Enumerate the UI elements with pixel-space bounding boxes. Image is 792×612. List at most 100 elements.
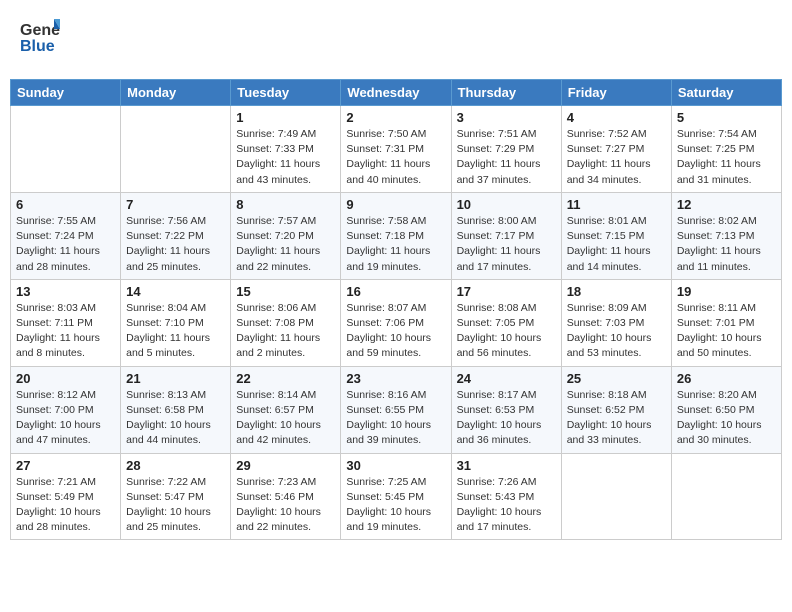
day-number: 28 <box>126 458 225 473</box>
calendar-cell <box>11 106 121 193</box>
calendar-cell: 14Sunrise: 8:04 AMSunset: 7:10 PMDayligh… <box>121 279 231 366</box>
day-number: 17 <box>457 284 556 299</box>
calendar-cell: 19 Sunrise: 8:11 AMSunset: 7:01 PMDayligh… <box>671 279 781 366</box>
calendar-cell: 16 Sunrise: 8:07 AMSunset: 7:06 PMDayligh… <box>341 279 451 366</box>
calendar-cell: 30 Sunrise: 7:25 AMSunset: 5:45 PMDayligh… <box>341 453 451 540</box>
day-info: Sunrise: 8:17 AMSunset: 6:53 PMDaylight:… <box>457 388 556 449</box>
day-number: 3 <box>457 110 556 125</box>
page-header: General Blue <box>10 10 782 69</box>
day-info: Sunrise: 7:25 AMSunset: 5:45 PMDaylight:… <box>346 475 445 536</box>
calendar-cell: 12 Sunrise: 8:02 AMSunset: 7:13 PMDayligh… <box>671 192 781 279</box>
day-number: 19 <box>677 284 776 299</box>
weekday-header-sunday: Sunday <box>11 80 121 106</box>
weekday-header-friday: Friday <box>561 80 671 106</box>
day-info: Sunrise: 8:06 AMSunset: 7:08 PMDaylight:… <box>236 301 335 362</box>
calendar-cell <box>121 106 231 193</box>
day-number: 23 <box>346 371 445 386</box>
day-number: 11 <box>567 197 666 212</box>
calendar-cell: 25 Sunrise: 8:18 AMSunset: 6:52 PMDayligh… <box>561 366 671 453</box>
day-info: Sunrise: 8:12 AMSunset: 7:00 PMDaylight:… <box>16 388 115 449</box>
day-number: 29 <box>236 458 335 473</box>
calendar-cell: 22 Sunrise: 8:14 AMSunset: 6:57 PMDayligh… <box>231 366 341 453</box>
calendar-cell: 28 Sunrise: 7:22 AMSunset: 5:47 PMDayligh… <box>121 453 231 540</box>
day-info: Sunrise: 7:21 AMSunset: 5:49 PMDaylight:… <box>16 475 115 536</box>
day-number: 7 <box>126 197 225 212</box>
weekday-header-row: SundayMondayTuesdayWednesdayThursdayFrid… <box>11 80 782 106</box>
calendar-cell: 27 Sunrise: 7:21 AMSunset: 5:49 PMDayligh… <box>11 453 121 540</box>
calendar-cell: 3 Sunrise: 7:51 AMSunset: 7:29 PMDaylight… <box>451 106 561 193</box>
calendar-week-row: 27 Sunrise: 7:21 AMSunset: 5:49 PMDayligh… <box>11 453 782 540</box>
weekday-header-wednesday: Wednesday <box>341 80 451 106</box>
weekday-header-saturday: Saturday <box>671 80 781 106</box>
day-info: Sunrise: 8:11 AMSunset: 7:01 PMDaylight:… <box>677 301 776 362</box>
day-number: 6 <box>16 197 115 212</box>
logo: General Blue <box>20 15 60 64</box>
day-info: Sunrise: 7:26 AMSunset: 5:43 PMDaylight:… <box>457 475 556 536</box>
day-info: Sunrise: 8:00 AMSunset: 7:17 PMDaylight:… <box>457 214 556 275</box>
day-info: Sunrise: 7:57 AMSunset: 7:20 PMDaylight:… <box>236 214 335 275</box>
day-info: Sunrise: 8:08 AMSunset: 7:05 PMDaylight:… <box>457 301 556 362</box>
calendar-cell: 4Sunrise: 7:52 AMSunset: 7:27 PMDaylight… <box>561 106 671 193</box>
day-number: 5 <box>677 110 776 125</box>
day-info: Sunrise: 7:54 AMSunset: 7:25 PMDaylight:… <box>677 127 776 188</box>
day-number: 13 <box>16 284 115 299</box>
logo-image: General Blue <box>20 15 60 64</box>
svg-text:Blue: Blue <box>20 38 55 55</box>
day-number: 21 <box>126 371 225 386</box>
day-number: 10 <box>457 197 556 212</box>
day-info: Sunrise: 7:50 AMSunset: 7:31 PMDaylight:… <box>346 127 445 188</box>
day-number: 18 <box>567 284 666 299</box>
calendar-cell: 31 Sunrise: 7:26 AMSunset: 5:43 PMDayligh… <box>451 453 561 540</box>
calendar-week-row: 1Sunrise: 7:49 AMSunset: 7:33 PMDaylight… <box>11 106 782 193</box>
day-info: Sunrise: 8:16 AMSunset: 6:55 PMDaylight:… <box>346 388 445 449</box>
day-number: 27 <box>16 458 115 473</box>
calendar-week-row: 20Sunrise: 8:12 AMSunset: 7:00 PMDayligh… <box>11 366 782 453</box>
calendar-cell: 8 Sunrise: 7:57 AMSunset: 7:20 PMDaylight… <box>231 192 341 279</box>
day-info: Sunrise: 7:55 AMSunset: 7:24 PMDaylight:… <box>16 214 115 275</box>
calendar-cell <box>671 453 781 540</box>
calendar-cell: 21 Sunrise: 8:13 AMSunset: 6:58 PMDayligh… <box>121 366 231 453</box>
day-info: Sunrise: 8:02 AMSunset: 7:13 PMDaylight:… <box>677 214 776 275</box>
calendar-cell: 15 Sunrise: 8:06 AMSunset: 7:08 PMDayligh… <box>231 279 341 366</box>
calendar-cell <box>561 453 671 540</box>
calendar-table: SundayMondayTuesdayWednesdayThursdayFrid… <box>10 79 782 540</box>
day-info: Sunrise: 8:03 AMSunset: 7:11 PMDaylight:… <box>16 301 115 362</box>
calendar-cell: 29 Sunrise: 7:23 AMSunset: 5:46 PMDayligh… <box>231 453 341 540</box>
calendar-cell: 24Sunrise: 8:17 AMSunset: 6:53 PMDayligh… <box>451 366 561 453</box>
calendar-cell: 7Sunrise: 7:56 AMSunset: 7:22 PMDaylight… <box>121 192 231 279</box>
day-number: 31 <box>457 458 556 473</box>
day-info: Sunrise: 7:22 AMSunset: 5:47 PMDaylight:… <box>126 475 225 536</box>
calendar-cell: 17 Sunrise: 8:08 AMSunset: 7:05 PMDayligh… <box>451 279 561 366</box>
day-number: 4 <box>567 110 666 125</box>
day-info: Sunrise: 7:51 AMSunset: 7:29 PMDaylight:… <box>457 127 556 188</box>
day-info: Sunrise: 7:58 AMSunset: 7:18 PMDaylight:… <box>346 214 445 275</box>
day-number: 16 <box>346 284 445 299</box>
day-info: Sunrise: 8:07 AMSunset: 7:06 PMDaylight:… <box>346 301 445 362</box>
weekday-header-thursday: Thursday <box>451 80 561 106</box>
day-number: 26 <box>677 371 776 386</box>
day-number: 15 <box>236 284 335 299</box>
day-number: 8 <box>236 197 335 212</box>
day-number: 30 <box>346 458 445 473</box>
calendar-week-row: 13 Sunrise: 8:03 AMSunset: 7:11 PMDayligh… <box>11 279 782 366</box>
calendar-cell: 11Sunrise: 8:01 AMSunset: 7:15 PMDayligh… <box>561 192 671 279</box>
day-info: Sunrise: 7:49 AMSunset: 7:33 PMDaylight:… <box>236 127 335 188</box>
day-number: 12 <box>677 197 776 212</box>
calendar-cell: 5 Sunrise: 7:54 AMSunset: 7:25 PMDaylight… <box>671 106 781 193</box>
day-number: 22 <box>236 371 335 386</box>
day-number: 25 <box>567 371 666 386</box>
calendar-cell: 18 Sunrise: 8:09 AMSunset: 7:03 PMDayligh… <box>561 279 671 366</box>
day-info: Sunrise: 8:14 AMSunset: 6:57 PMDaylight:… <box>236 388 335 449</box>
day-info: Sunrise: 8:18 AMSunset: 6:52 PMDaylight:… <box>567 388 666 449</box>
calendar-cell: 9Sunrise: 7:58 AMSunset: 7:18 PMDaylight… <box>341 192 451 279</box>
day-info: Sunrise: 7:23 AMSunset: 5:46 PMDaylight:… <box>236 475 335 536</box>
calendar-cell: 23 Sunrise: 8:16 AMSunset: 6:55 PMDayligh… <box>341 366 451 453</box>
day-info: Sunrise: 8:13 AMSunset: 6:58 PMDaylight:… <box>126 388 225 449</box>
calendar-cell: 10 Sunrise: 8:00 AMSunset: 7:17 PMDayligh… <box>451 192 561 279</box>
day-info: Sunrise: 8:09 AMSunset: 7:03 PMDaylight:… <box>567 301 666 362</box>
weekday-header-tuesday: Tuesday <box>231 80 341 106</box>
day-number: 14 <box>126 284 225 299</box>
calendar-cell: 26 Sunrise: 8:20 AMSunset: 6:50 PMDayligh… <box>671 366 781 453</box>
calendar-cell: 20Sunrise: 8:12 AMSunset: 7:00 PMDayligh… <box>11 366 121 453</box>
day-info: Sunrise: 8:20 AMSunset: 6:50 PMDaylight:… <box>677 388 776 449</box>
